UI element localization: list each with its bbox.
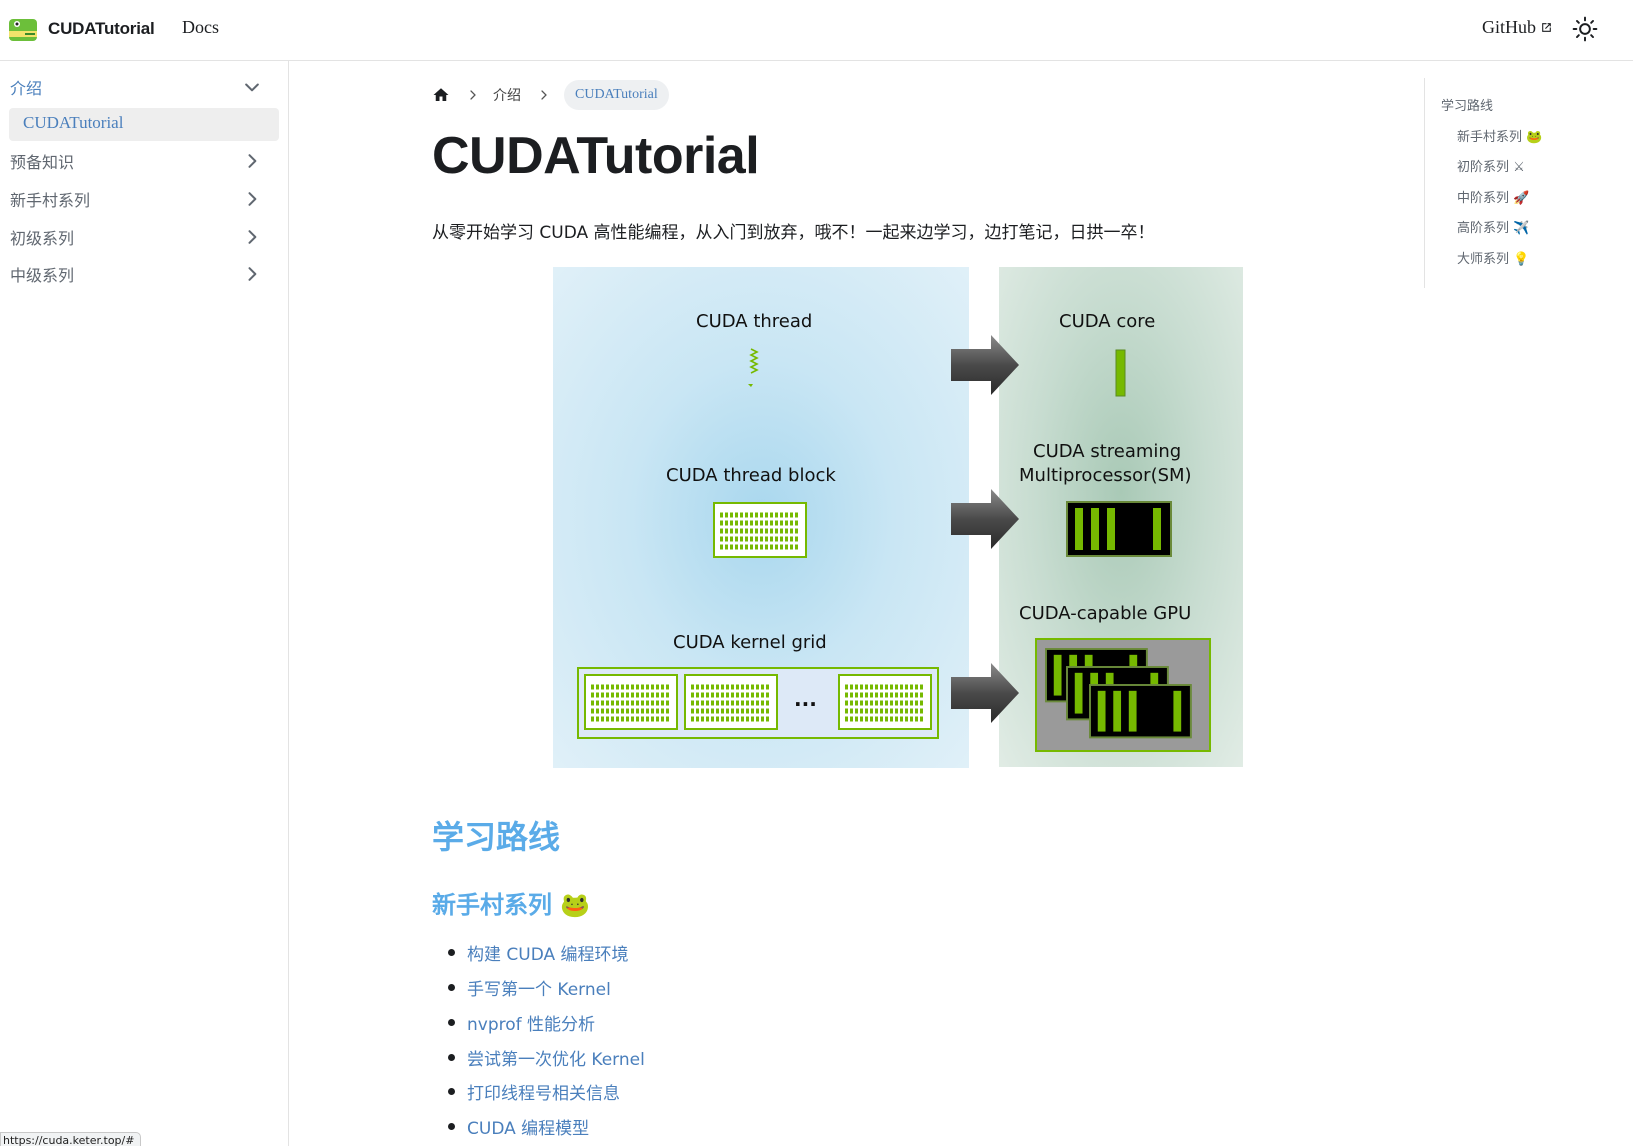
sidebar-item-label: CUDATutorial [23, 113, 124, 132]
sidebar-item-beginner-series[interactable]: 初级系列 [0, 221, 289, 253]
list-item[interactable]: CUDA 编程模型 [448, 1114, 589, 1139]
figure-graphics [577, 335, 1211, 752]
list-item[interactable]: 手写第一个 Kernel [448, 975, 611, 1000]
figure-label-block: CUDA thread block [666, 465, 836, 486]
figure-label-sm-line1: CUDA streaming [1033, 441, 1182, 462]
nav-github-link[interactable]: GitHub [1482, 17, 1553, 38]
cuda-thread-icon [748, 348, 758, 387]
home-icon[interactable] [432, 86, 450, 104]
arrow-icon [951, 489, 1019, 549]
cuda-thread-block-icon [714, 503, 806, 557]
list-item-link[interactable]: 手写第一个 Kernel [467, 975, 611, 1000]
chevron-down-icon[interactable] [242, 77, 262, 97]
figure-ellipsis: ... [794, 687, 817, 711]
intro-paragraph: 从零开始学习 CUDA 高性能编程，从入门到放弃，哦不！一起来边学习，边打笔记，… [432, 223, 1155, 243]
toc-item-beginner[interactable]: 初阶系列 ⚔ [1457, 156, 1525, 175]
toc-item-learning-path[interactable]: 学习路线 [1441, 95, 1493, 114]
sidebar-item-label: 介绍 [10, 79, 43, 98]
chevron-right-icon[interactable] [242, 264, 262, 284]
top-navbar: CUDATutorial Docs GitHub [0, 0, 1633, 61]
external-link-icon [1542, 23, 1551, 32]
figure-label-grid: CUDA kernel grid [673, 632, 827, 653]
toc-item-newbie[interactable]: 新手村系列 🐸 [1457, 126, 1542, 145]
brand-link[interactable]: CUDATutorial [7, 13, 155, 45]
list-item[interactable]: 构建 CUDA 编程环境 [448, 940, 629, 965]
chevron-right-icon [470, 90, 476, 100]
cuda-hierarchy-figure: CUDA thread CUDA thread block CUDA kerne… [553, 267, 1243, 768]
list-item-link[interactable]: 打印线程号相关信息 [467, 1079, 620, 1104]
breadcrumb-item-intro[interactable]: 介绍 [493, 85, 521, 105]
arrow-icon [951, 335, 1019, 395]
sidebar-item-newbie-series[interactable]: 新手村系列 [0, 183, 289, 215]
sidebar-item-label: 中级系列 [10, 266, 75, 285]
sidebar-item-intermediate-series[interactable]: 中级系列 [0, 258, 289, 290]
list-item[interactable]: nvprof 性能分析 [448, 1010, 595, 1035]
cuda-kernel-grid-icon [577, 667, 939, 739]
brand-title: CUDATutorial [48, 19, 155, 38]
arrow-icon [951, 663, 1019, 723]
github-label: GitHub [1482, 17, 1536, 37]
bullet [448, 1019, 455, 1026]
breadcrumb: 介绍 CUDATutorial [432, 78, 669, 112]
list-item[interactable]: 打印线程号相关信息 [448, 1079, 620, 1104]
breadcrumb-item-current: CUDATutorial [564, 80, 669, 110]
figure-label-thread: CUDA thread [696, 311, 813, 332]
sidebar-item-label: 初级系列 [10, 229, 75, 248]
figure-label-core: CUDA core [1059, 311, 1156, 332]
bullet [448, 1088, 455, 1095]
sidebar: 介绍 CUDATutorial 预备知识 新手村系列 初级系列 中级系列 [0, 61, 289, 1146]
list-item-link[interactable]: 尝试第一次优化 Kernel [467, 1045, 645, 1070]
list-item-link[interactable]: CUDA 编程模型 [467, 1114, 589, 1139]
sidebar-item-cudatutorial[interactable]: CUDATutorial [9, 108, 279, 141]
chevron-right-icon[interactable] [242, 227, 262, 247]
toc-item-master[interactable]: 大师系列 💡 [1457, 248, 1529, 267]
nav-docs-link[interactable]: Docs [182, 17, 219, 38]
cuda-gpu-icon [1035, 638, 1211, 752]
bullet [448, 949, 455, 956]
cuda-core-icon [1115, 349, 1126, 397]
cuda-sm-icon [1066, 501, 1172, 557]
sidebar-item-prerequisites[interactable]: 预备知识 [0, 145, 289, 177]
sidebar-item-label: 新手村系列 [10, 191, 91, 210]
bullet [448, 1123, 455, 1130]
sidebar-item-label: 预备知识 [10, 153, 75, 172]
figure-label-gpu: CUDA-capable GPU [1019, 603, 1192, 624]
section-heading-learning-path: 学习路线 [432, 818, 561, 856]
toc-item-advanced[interactable]: 高阶系列 ✈️ [1457, 217, 1529, 236]
chevron-right-icon [541, 90, 547, 100]
list-item[interactable]: 尝试第一次优化 Kernel [448, 1045, 645, 1070]
chevron-right-icon[interactable] [242, 189, 262, 209]
bullet [448, 984, 455, 991]
section-heading-newbie-series: 新手村系列 🐸 [432, 891, 591, 919]
figure-label-sm-line2: Multiprocessor(SM) [1019, 465, 1192, 486]
list-item-link[interactable]: nvprof 性能分析 [467, 1010, 595, 1035]
list-item-link[interactable]: 构建 CUDA 编程环境 [467, 940, 629, 965]
page-title: CUDATutorial [432, 127, 760, 185]
status-bar-url: https://cuda.keter.top/# [0, 1132, 142, 1146]
toc-item-intermediate[interactable]: 中阶系列 🚀 [1457, 187, 1529, 206]
table-of-contents: 学习路线 新手村系列 🐸 初阶系列 ⚔ 中阶系列 🚀 高阶系列 ✈️ 大师系列 … [1424, 78, 1624, 288]
chevron-right-icon[interactable] [242, 151, 262, 171]
bullet [448, 1054, 455, 1061]
sidebar-item-intro[interactable]: 介绍 [0, 71, 289, 103]
sun-icon[interactable] [1572, 16, 1598, 42]
frog-logo-icon [9, 19, 37, 41]
